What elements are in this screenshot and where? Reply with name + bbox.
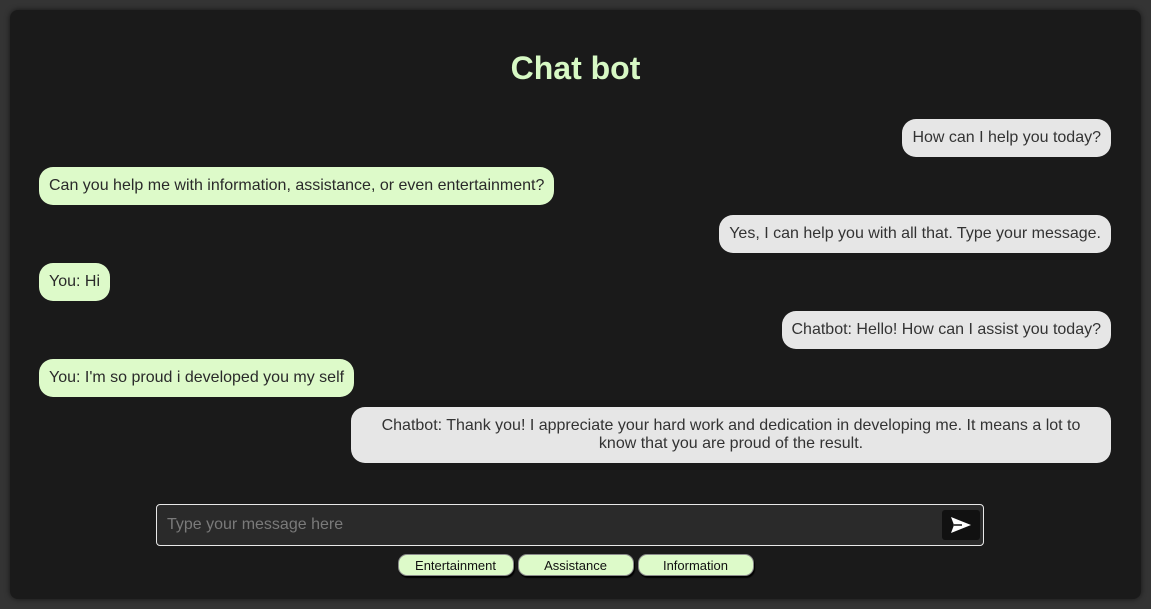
message-list: How can I help you today? Can you help m… — [39, 119, 1111, 473]
message-row: Yes, I can help you with all that. Type … — [39, 215, 1111, 253]
bot-message: How can I help you today? — [902, 119, 1111, 157]
bot-message: Chatbot: Thank you! I appreciate your ha… — [351, 407, 1111, 463]
message-row: Chatbot: Thank you! I appreciate your ha… — [39, 407, 1111, 463]
message-row: Chatbot: Hello! How can I assist you tod… — [39, 311, 1111, 349]
quick-reply-entertainment[interactable]: Entertainment — [397, 554, 514, 576]
message-row: Can you help me with information, assist… — [39, 167, 1111, 205]
send-button[interactable] — [942, 510, 980, 540]
chat-window: Chat bot How can I help you today? Can y… — [10, 10, 1141, 599]
user-message: Can you help me with information, assist… — [39, 167, 555, 205]
quick-reply-assistance[interactable]: Assistance — [517, 554, 634, 576]
message-row: How can I help you today? — [39, 119, 1111, 157]
user-message: You: Hi — [39, 263, 110, 301]
send-icon — [951, 517, 971, 533]
message-input[interactable] — [167, 505, 927, 545]
quick-replies: Entertainment Assistance Information — [10, 554, 1141, 576]
bot-message: Chatbot: Hello! How can I assist you tod… — [781, 311, 1111, 349]
message-row: You: I'm so proud i developed you my sel… — [39, 359, 1111, 397]
user-message: You: I'm so proud i developed you my sel… — [39, 359, 355, 397]
page-title: Chat bot — [510, 50, 641, 86]
bot-message: Yes, I can help you with all that. Type … — [719, 215, 1111, 253]
message-composer — [156, 504, 984, 546]
quick-reply-information[interactable]: Information — [637, 554, 754, 576]
message-row: You: Hi — [39, 263, 1111, 301]
